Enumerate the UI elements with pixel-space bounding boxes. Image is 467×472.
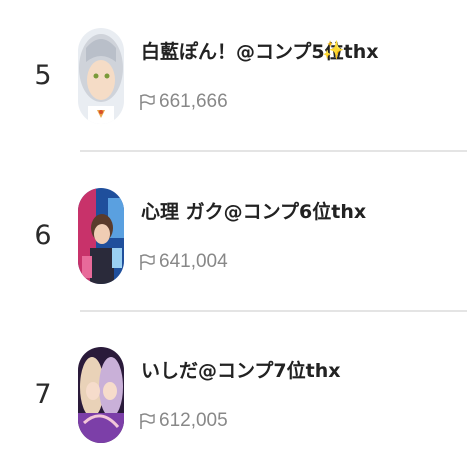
play-count: 661,666 [139, 89, 228, 115]
avatar[interactable] [78, 28, 124, 124]
play-count: 641,004 [139, 249, 228, 275]
ranking-row[interactable]: 5 白藍ぽん！@コンプ5位thx ✨ 661,666 [0, 3, 467, 153]
play-count: 612,005 [139, 408, 228, 434]
count-value: 661,666 [159, 91, 228, 112]
player-name: 心理 ガク@コンプ6位thx [141, 201, 367, 223]
avatar[interactable] [78, 188, 124, 284]
ranking-row[interactable]: 7 いしだ@コンプ7位thx 612,005 [0, 322, 467, 472]
ranking-row[interactable]: 6 心理 ガク@コンプ6位thx 641,004 [0, 163, 467, 313]
flag-icon [140, 413, 155, 429]
player-name: いしだ@コンプ7位thx [141, 360, 341, 382]
flag-icon [140, 254, 155, 270]
rank-number: 5 [34, 60, 52, 91]
rank-number: 7 [34, 379, 52, 410]
rank-number: 6 [34, 220, 52, 251]
count-value: 641,004 [159, 251, 228, 272]
divider [80, 310, 467, 312]
sparkle-icon: ✨ [322, 40, 345, 61]
ranking-list: 5 白藍ぽん！@コンプ5位thx ✨ 661,666 6 心理 ガク@コンプ6位… [0, 0, 467, 467]
divider [80, 150, 467, 152]
count-value: 612,005 [159, 410, 228, 431]
avatar[interactable] [78, 347, 124, 443]
flag-icon [140, 94, 155, 110]
